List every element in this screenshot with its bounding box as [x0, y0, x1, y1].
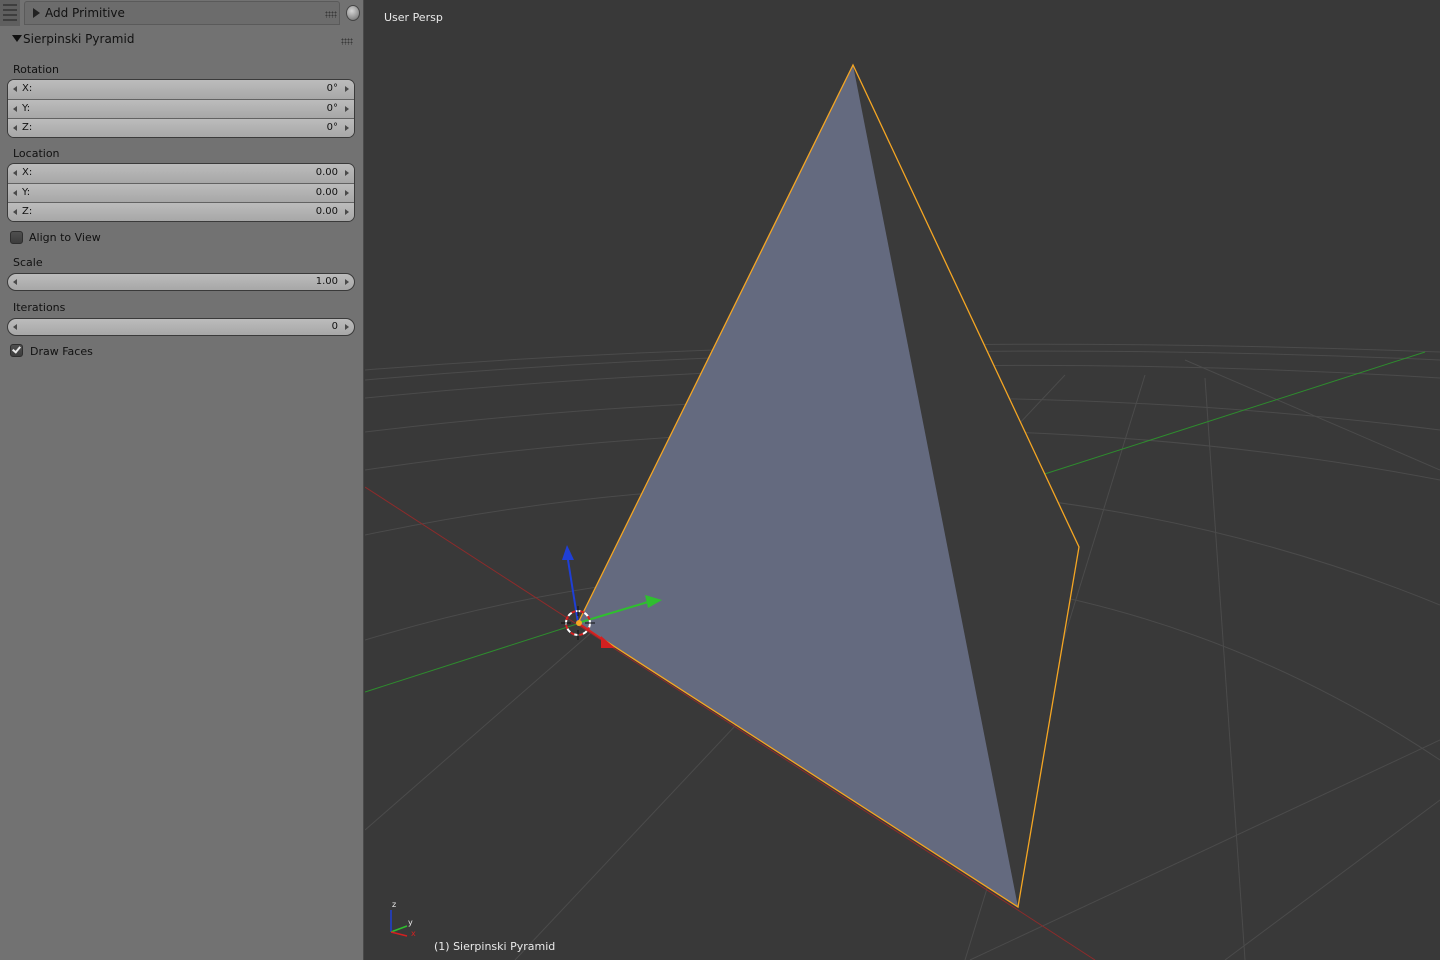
axis-label: X:: [22, 167, 33, 178]
rotation-fields: X: 0° Y: 0° Z: 0°: [7, 79, 355, 138]
collapse-arrow-icon: [12, 35, 22, 42]
increment-arrow-icon[interactable]: [345, 106, 349, 112]
decrement-arrow-icon[interactable]: [13, 279, 17, 285]
viewport-canvas: [365, 63, 1440, 960]
checkmark-icon: [12, 344, 21, 354]
rotation-x-field[interactable]: X: 0°: [8, 80, 354, 99]
rotation-y-value: 0°: [326, 103, 338, 114]
location-y-field[interactable]: Y: 0.00: [8, 183, 354, 202]
increment-arrow-icon[interactable]: [345, 125, 349, 131]
draw-faces-label: Draw Faces: [30, 345, 93, 358]
increment-arrow-icon[interactable]: [345, 279, 349, 285]
axis-label: Z:: [22, 206, 33, 217]
decrement-arrow-icon[interactable]: [13, 209, 17, 215]
decrement-arrow-icon[interactable]: [13, 125, 17, 131]
sphere-icon[interactable]: [346, 5, 360, 21]
align-to-view-checkbox[interactable]: [10, 231, 23, 244]
rotation-z-field[interactable]: Z: 0°: [8, 118, 354, 137]
axis-label: Z:: [22, 122, 33, 133]
operator-panel: Add Primitive Sierpinski Pyramid Rotatio…: [0, 0, 364, 960]
view-name: User Persp: [384, 11, 443, 24]
panel-drag-strip[interactable]: [0, 0, 20, 26]
draw-faces-checkbox[interactable]: [10, 344, 23, 357]
axis-label: X:: [22, 83, 33, 94]
add-primitive-label: Add Primitive: [45, 6, 125, 20]
decrement-arrow-icon[interactable]: [13, 106, 17, 112]
location-x-field[interactable]: X: 0.00: [8, 164, 354, 183]
iterations-value: 0: [331, 321, 338, 332]
decrement-arrow-icon[interactable]: [13, 86, 17, 92]
increment-arrow-icon[interactable]: [345, 209, 349, 215]
location-x-value: 0.00: [315, 167, 338, 178]
decrement-arrow-icon[interactable]: [13, 190, 17, 196]
iterations-label: Iterations: [13, 301, 66, 314]
rotation-x-value: 0°: [326, 83, 338, 94]
scale-label: Scale: [13, 256, 43, 269]
add-primitive-header[interactable]: Add Primitive: [24, 1, 340, 25]
location-y-value: 0.00: [315, 187, 338, 198]
3d-viewport[interactable]: User Persp z y x (1) Sierpinski Pyramid: [365, 0, 1440, 960]
location-fields: X: 0.00 Y: 0.00 Z: 0.00: [7, 163, 355, 222]
rotation-label: Rotation: [13, 63, 60, 76]
z-arrow-icon: [562, 545, 574, 560]
increment-arrow-icon[interactable]: [345, 190, 349, 196]
scale-value: 1.00: [315, 276, 338, 287]
gizmo-x-label: x: [411, 929, 416, 938]
increment-arrow-icon[interactable]: [345, 170, 349, 176]
location-z-field[interactable]: Z: 0.00: [8, 202, 354, 221]
increment-arrow-icon[interactable]: [345, 86, 349, 92]
decrement-arrow-icon[interactable]: [13, 324, 17, 330]
decrement-arrow-icon[interactable]: [13, 170, 17, 176]
align-to-view-label: Align to View: [29, 231, 101, 244]
scale-field[interactable]: 1.00: [7, 273, 355, 291]
drag-handle-icon[interactable]: [325, 11, 337, 18]
drag-handle-icon[interactable]: [341, 38, 353, 45]
axis-label: Y:: [22, 187, 31, 198]
rotation-y-field[interactable]: Y: 0°: [8, 99, 354, 118]
location-z-value: 0.00: [315, 206, 338, 217]
section-title: Sierpinski Pyramid: [23, 32, 135, 46]
object-info: (1) Sierpinski Pyramid: [434, 940, 556, 953]
view-axis-gizmo: [390, 910, 408, 937]
gizmo-z-label: z: [392, 900, 397, 909]
location-label: Location: [13, 147, 60, 160]
rotation-z-value: 0°: [326, 122, 338, 133]
iterations-field[interactable]: 0: [7, 318, 355, 336]
expand-arrow-icon: [33, 8, 40, 18]
gizmo-y-label: y: [408, 918, 413, 927]
axis-label: Y:: [22, 103, 31, 114]
increment-arrow-icon[interactable]: [345, 324, 349, 330]
